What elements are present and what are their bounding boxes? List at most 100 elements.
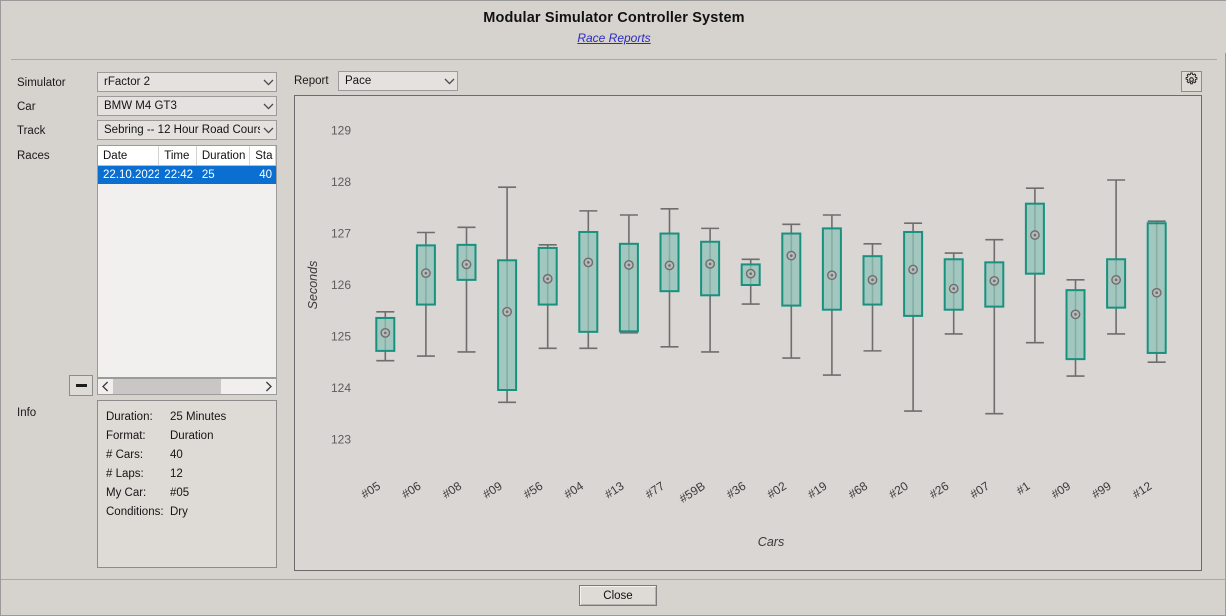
close-button[interactable]: Close [579, 585, 657, 606]
box-plot-item[interactable] [1146, 220, 1167, 364]
info-value: #05 [170, 486, 190, 499]
y-axis-tick: 128 [331, 175, 351, 189]
x-axis-tick: #19 [805, 479, 830, 502]
box-plot-item[interactable] [700, 227, 721, 353]
x-axis-tick: #77 [643, 479, 668, 502]
track-label: Track [17, 125, 46, 137]
y-axis-tick: 127 [331, 227, 351, 241]
x-axis-tick: #09 [1049, 479, 1074, 502]
box-plot-item[interactable] [862, 243, 883, 352]
info-key: Duration: [106, 410, 153, 423]
box-plot-item[interactable] [943, 252, 964, 335]
info-value: Dry [170, 505, 188, 518]
x-axis-tick: #99 [1089, 479, 1114, 502]
box-plot-item[interactable] [497, 186, 518, 404]
y-axis-tick: 124 [331, 381, 351, 395]
footer-divider [1, 579, 1226, 580]
chevron-down-icon [260, 97, 276, 115]
collapse-button[interactable] [69, 375, 93, 396]
x-axis-tick: #02 [765, 479, 790, 502]
box-plot-item[interactable] [1065, 279, 1086, 377]
box-plot-item[interactable] [618, 214, 639, 334]
info-key: # Cars: [106, 448, 144, 461]
races-col-date[interactable]: Date [98, 146, 160, 165]
chevron-down-icon [260, 73, 276, 91]
y-axis-tick: 123 [331, 432, 351, 446]
x-axis-tick: #68 [846, 479, 871, 502]
gear-icon [1184, 72, 1199, 92]
list-item: Format: Duration [106, 426, 276, 445]
box-plot-item[interactable] [821, 214, 842, 376]
info-key: My Car: [106, 486, 147, 499]
x-axis-tick: #26 [927, 479, 952, 502]
box-plot-item[interactable] [537, 244, 558, 350]
x-axis-tick: #20 [886, 479, 911, 502]
x-axis-tick: #06 [399, 479, 424, 502]
x-axis-tick: #36 [724, 479, 749, 502]
header-divider [11, 59, 1217, 60]
y-axis-tick: 125 [331, 329, 351, 343]
list-item: Duration: 25 Minutes [106, 407, 276, 426]
races-col-time[interactable]: Time [159, 146, 197, 165]
box-plot-item[interactable] [415, 231, 436, 357]
scrollbar-track[interactable] [113, 379, 261, 394]
track-select[interactable]: Sebring -- 12 Hour Road Course [97, 120, 277, 140]
scrollbar-thumb[interactable] [113, 379, 221, 394]
chart-panel: 123 124 125 126 127 128 129 Seconds #05 #06 #08 #09… [294, 95, 1202, 571]
list-item: # Cars: 40 [106, 445, 276, 464]
info-label: Info [17, 407, 37, 419]
info-key: Conditions: [106, 505, 164, 518]
simulator-select[interactable]: rFactor 2 [97, 72, 277, 92]
info-value: 40 [170, 448, 183, 461]
races-col-sta[interactable]: Sta [250, 146, 276, 165]
info-value: 12 [170, 467, 183, 480]
race-reports-link[interactable]: Race Reports [1, 31, 1226, 45]
x-axis-tick: #12 [1130, 479, 1155, 502]
chevron-right-icon[interactable] [261, 379, 276, 394]
box-plot-item[interactable] [659, 208, 680, 348]
box-plot-item[interactable] [903, 222, 924, 412]
app-window: Modular Simulator Controller System Race… [0, 0, 1226, 616]
box-plot-item[interactable] [1106, 179, 1127, 335]
x-axis-tick: #08 [440, 479, 465, 502]
table-row[interactable]: 22.10.2022 22:42 25 40 [98, 166, 276, 184]
x-axis-tick: #56 [521, 479, 546, 502]
x-axis-tick: #09 [480, 479, 505, 502]
races-label: Races [17, 150, 50, 162]
header-bar: Modular Simulator Controller System Race… [1, 1, 1226, 53]
race-cell-time: 22:42 [164, 169, 194, 181]
car-select-value: BMW M4 GT3 [104, 100, 177, 112]
list-item: My Car: #05 [106, 483, 276, 502]
report-select[interactable]: Pace [338, 71, 458, 91]
box-plot-item[interactable] [740, 258, 761, 305]
box-plot-item[interactable] [456, 226, 477, 353]
minus-icon [75, 384, 87, 387]
races-col-duration[interactable]: Duration [197, 146, 251, 165]
box-plot-item[interactable] [1024, 187, 1045, 344]
x-axis-tick: #05 [359, 479, 384, 502]
car-select[interactable]: BMW M4 GT3 [97, 96, 277, 116]
box-plot-item[interactable] [578, 210, 599, 350]
pace-box-chart: 123 124 125 126 127 128 129 Seconds #05 #06 #08 #09… [306, 124, 1167, 549]
list-item: # Laps: 12 [106, 464, 276, 483]
race-cell-duration: 25 [201, 169, 215, 181]
box-plot-item[interactable] [984, 238, 1005, 415]
y-axis-tick: 129 [331, 124, 351, 138]
box-plot-item[interactable] [781, 223, 802, 359]
info-key: Format: [106, 429, 146, 442]
settings-button[interactable] [1181, 71, 1202, 92]
left-panel: Simulator rFactor 2 Car BMW M4 GT3 Track… [11, 67, 287, 573]
x-axis-tick: #04 [562, 479, 587, 502]
info-panel: Duration: 25 Minutes Format: Duration # … [97, 400, 277, 568]
x-axis-tick: #59B [677, 479, 708, 506]
info-key: # Laps: [106, 467, 144, 480]
list-item: Conditions: Dry [106, 502, 276, 521]
report-select-value: Pace [345, 75, 372, 87]
x-axis-tick: #07 [968, 479, 993, 502]
track-select-value: Sebring -- 12 Hour Road Course [104, 124, 260, 136]
x-axis-tick: #1 [1014, 479, 1033, 498]
races-horizontal-scrollbar[interactable] [97, 378, 277, 395]
races-table[interactable]: Date Time Duration Sta 22.10.2022 22:42 … [97, 145, 277, 378]
box-plot-item[interactable] [375, 310, 396, 362]
chevron-left-icon[interactable] [98, 379, 113, 394]
